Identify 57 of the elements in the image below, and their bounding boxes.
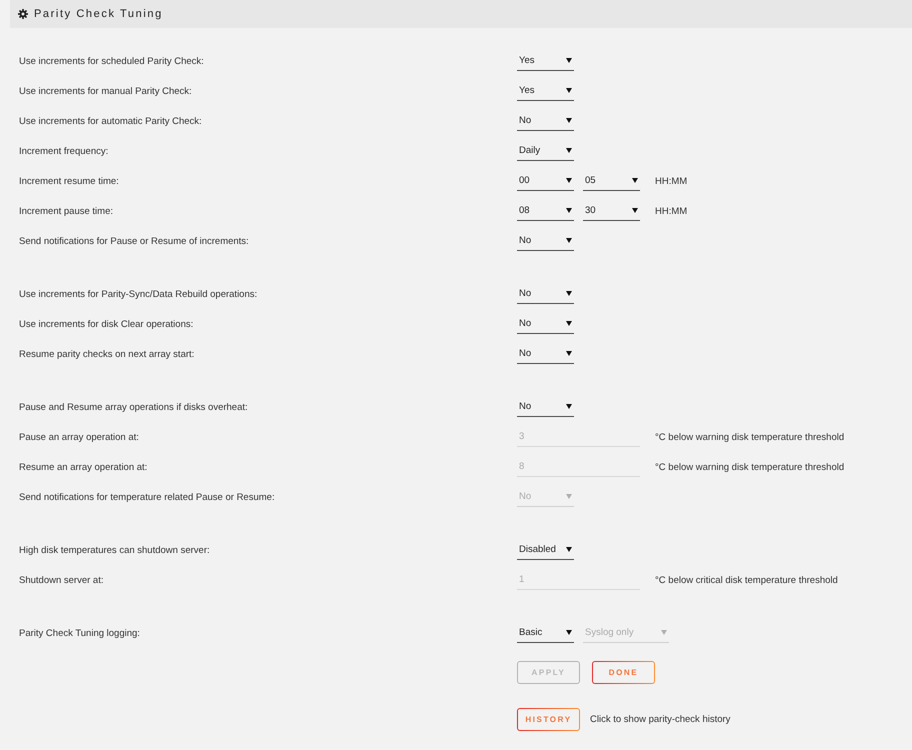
caret-icon xyxy=(566,321,572,326)
dropdown[interactable]: No xyxy=(517,397,574,417)
dropdown[interactable]: No xyxy=(517,314,574,334)
dropdown[interactable]: No xyxy=(517,284,574,304)
setting-label: Increment frequency: xyxy=(19,146,110,156)
caret-icon xyxy=(566,291,572,296)
caret-icon xyxy=(566,118,572,123)
setting-label: Use increments for disk Clear operations: xyxy=(19,318,194,330)
history-hint: Click to show parity-check history xyxy=(590,714,730,725)
setting-label: Send notifications for Pause or Resume of increments: xyxy=(19,236,250,246)
dropdown[interactable]: 30 xyxy=(583,201,640,221)
setting-label: Increment resume time: xyxy=(19,176,120,186)
dropdown[interactable]: 00 xyxy=(517,171,574,191)
setting-label: Send notifications for temperature related Pause or Resume: xyxy=(19,492,276,502)
caret-icon xyxy=(566,148,572,153)
caret-icon xyxy=(566,404,572,409)
caret-icon xyxy=(566,351,572,356)
caret-icon xyxy=(566,630,572,635)
caret-icon xyxy=(632,178,638,183)
setting-label: Resume parity checks on next array start: xyxy=(19,348,196,360)
caret-icon xyxy=(661,630,667,635)
caret-icon xyxy=(566,58,572,63)
setting-label: Shutdown server at: xyxy=(19,574,104,586)
setting-label: Parity Check Tuning logging: xyxy=(19,628,141,638)
dropdown[interactable]: Disabled xyxy=(517,540,574,560)
unit-text: °C below warning disk temperature threshold xyxy=(655,432,844,442)
caret-icon xyxy=(632,208,638,213)
dropdown[interactable]: Yes xyxy=(517,51,574,71)
dropdown[interactable]: No xyxy=(517,231,574,251)
dropdown[interactable]: 05 xyxy=(583,171,640,191)
setting-label: Increment pause time: xyxy=(19,206,114,216)
caret-icon xyxy=(566,208,572,213)
dropdown[interactable]: Yes xyxy=(517,81,574,101)
caret-icon xyxy=(566,88,572,93)
caret-icon xyxy=(566,238,572,243)
setting-label: Use increments for scheduled Parity Check: xyxy=(19,56,205,66)
unit-text: HH:MM xyxy=(655,176,688,186)
setting-label: Use increments for manual Parity Check: xyxy=(19,86,193,96)
settings-icon xyxy=(18,9,28,19)
unit-text: °C below critical disk temperature threshold xyxy=(655,574,838,586)
dropdown[interactable]: 08 xyxy=(517,201,574,221)
setting-label: Resume an array operation at: xyxy=(19,462,148,472)
dropdown[interactable]: No xyxy=(517,111,574,131)
unit-text: HH:MM xyxy=(655,206,688,216)
dropdown[interactable]: Basic xyxy=(517,623,574,643)
setting-label: Pause an array operation at: xyxy=(19,432,140,442)
caret-icon xyxy=(566,547,572,552)
setting-label: Use increments for automatic Parity Check: xyxy=(19,116,203,126)
unit-text: °C below warning disk temperature threshold xyxy=(655,462,844,472)
setting-label: Pause and Resume array operations if disks overheat: xyxy=(19,402,249,412)
caret-icon xyxy=(566,178,572,183)
dropdown[interactable]: Daily xyxy=(517,141,574,161)
setting-label: Use increments for Parity-Sync/Data Rebuild operations: xyxy=(19,288,258,300)
caret-icon xyxy=(566,494,572,499)
setting-label: High disk temperatures can shutdown server: xyxy=(19,544,211,556)
panel-title: Parity Check Tuning xyxy=(34,8,163,20)
dropdown[interactable]: No xyxy=(517,344,574,364)
